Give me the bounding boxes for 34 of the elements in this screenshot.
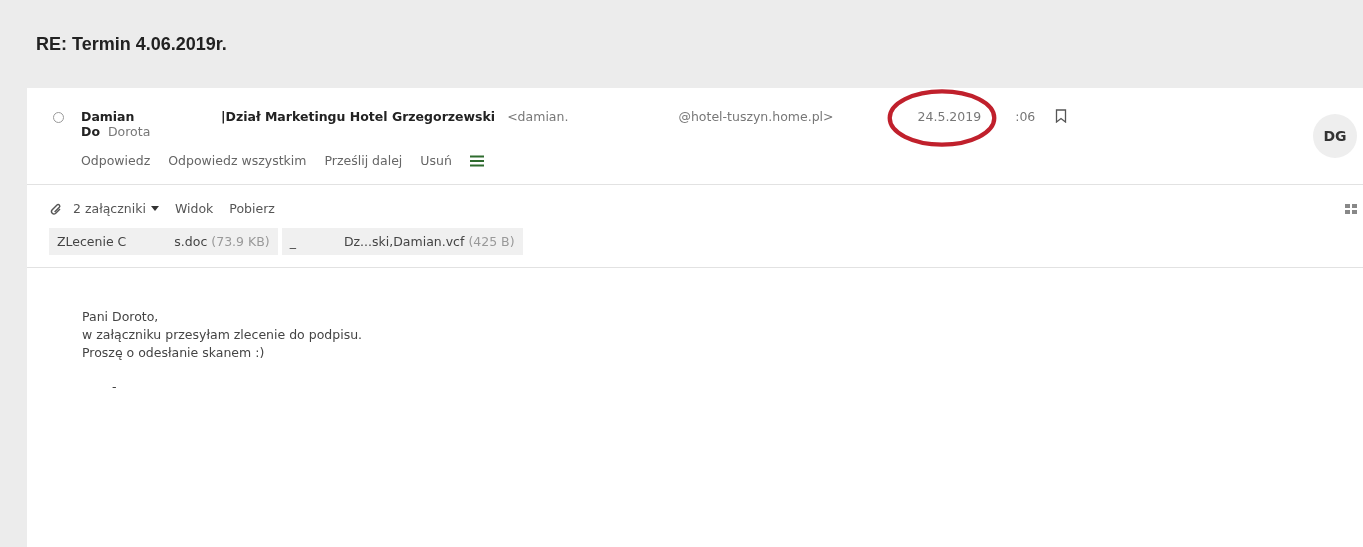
file-size: (425 B) (468, 234, 515, 249)
action-link[interactable]: Odpowiedz (81, 153, 151, 168)
action-link[interactable]: Odpowiedz wszystkim (168, 153, 307, 168)
avatar[interactable]: DG (1313, 114, 1357, 158)
grid-view-icon[interactable] (1345, 203, 1357, 214)
attachments-dropdown[interactable]: 2 załączniki (73, 201, 159, 216)
message-time: :06 (1015, 108, 1036, 124)
sender-organization: |Dział Marketingu Hotel Grzegorzewski (221, 108, 496, 124)
message-date: 24.5.2019 (917, 108, 982, 124)
sender-name: Damian (81, 108, 136, 124)
subject-title: RE: Termin 4.06.2019r. (36, 33, 227, 55)
caret-icon (150, 206, 159, 211)
body-text: - (112, 378, 118, 396)
paperclip-icon (49, 201, 63, 216)
file-name: Dz...ski,Damian.vcf (343, 234, 465, 249)
action-link[interactable]: Usuń (420, 153, 452, 168)
sender-email: @hotel-tuszyn.home.pl> (678, 108, 834, 124)
body-text: Proszę o odesłanie skanem :) (82, 344, 266, 362)
sender-email: <damian. (507, 108, 569, 124)
action-link[interactable]: Prześlij dalej (324, 153, 403, 168)
view-link[interactable]: Widok (174, 201, 214, 216)
menu-icon[interactable] (469, 154, 484, 167)
to-label: Do (81, 124, 100, 139)
attachment-chip[interactable]: _ Dz...ski,Damian.vcf (425 B) (281, 228, 523, 255)
body-text: w załączniku przesyłam zlecenie do podpisu. (82, 326, 364, 344)
download-link[interactable]: Pobierz (229, 201, 275, 216)
bookmark-icon[interactable] (1055, 109, 1068, 123)
file-name: s.doc (174, 234, 208, 249)
file-name: _ (289, 234, 296, 249)
file-size: (73.9 KB) (211, 234, 270, 249)
body-text: Pani Doroto, (82, 308, 160, 326)
recipient-name: Dorota (107, 124, 151, 139)
file-name: ZLecenie C (57, 234, 127, 249)
attachment-chip[interactable]: ZLecenie C s.doc (73.9 KB) (49, 228, 278, 255)
